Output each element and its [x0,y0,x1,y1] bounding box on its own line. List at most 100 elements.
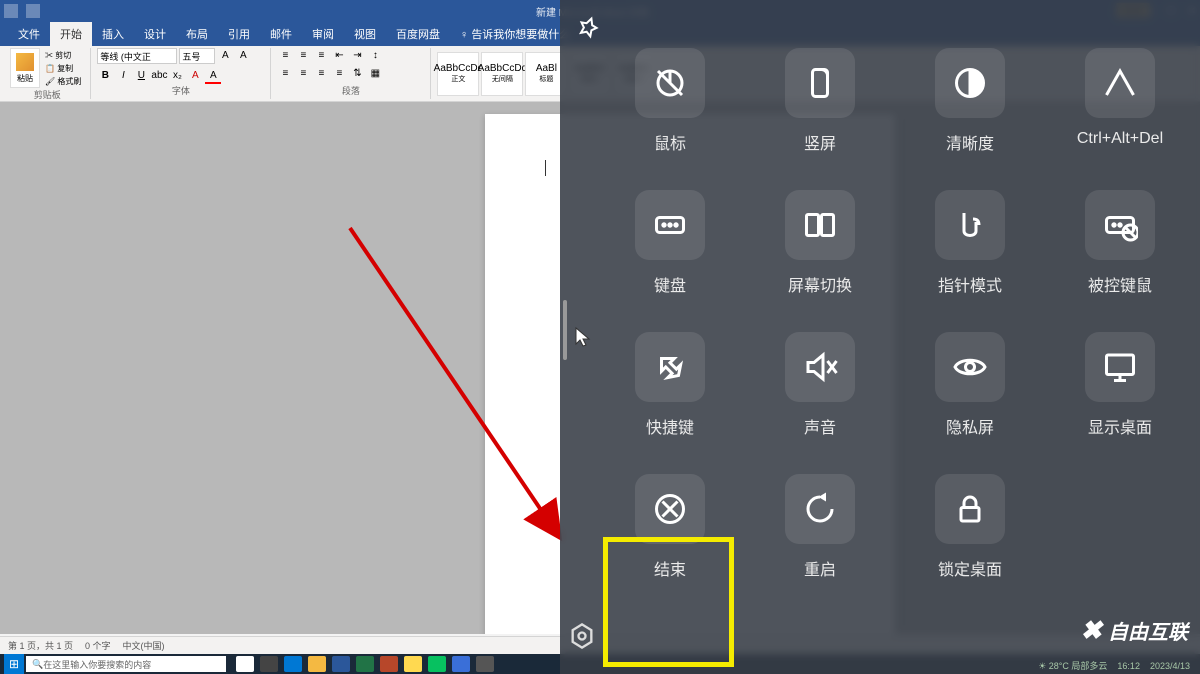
qat-save-icon[interactable] [4,4,18,18]
style-item[interactable]: AaBbCcDd无间隔 [481,52,523,96]
indent-dec-button[interactable]: ⇤ [331,48,347,64]
style-item[interactable]: AaBbCcDd正文 [437,52,479,96]
explorer-icon[interactable] [308,656,326,672]
tray-time[interactable]: 16:12 [1117,661,1140,671]
start-button[interactable]: ⊞ [4,654,24,674]
bullets-button[interactable]: ≡ [277,48,293,64]
tab-mailings[interactable]: 邮件 [260,22,302,46]
language[interactable]: 中文(中国) [123,639,165,652]
clarity-label: 清晰度 [946,130,994,154]
cad-button[interactable] [1085,48,1155,118]
font-size-select[interactable] [179,48,215,64]
control-pointer-mode: 指针模式 [910,190,1030,296]
taskview-icon[interactable] [260,656,278,672]
paste-button[interactable]: 粘贴 [10,48,40,88]
page-count[interactable]: 第 1 页，共 1 页 [8,639,73,652]
wechat-icon[interactable] [428,656,446,672]
shortcut-icon [652,349,688,385]
control-remote-km: 被控键鼠 [1060,190,1180,296]
note-icon[interactable] [404,656,422,672]
app2-icon[interactable] [476,656,494,672]
format-painter-button[interactable]: 🖌 格式刷 [42,75,84,88]
grow-font-button[interactable]: A [217,48,233,64]
tray-date[interactable]: 2023/4/13 [1150,661,1190,671]
settings-icon[interactable] [568,622,596,650]
portrait-button[interactable] [785,48,855,118]
tab-home[interactable]: 开始 [50,22,92,46]
tab-layout[interactable]: 布局 [176,22,218,46]
show-desktop-button[interactable] [1085,332,1155,402]
end-icon [652,491,688,527]
font-group: A A B I U abc x₂ A A 字体 [91,48,271,99]
screen-switch-button[interactable] [785,190,855,260]
tab-file[interactable]: 文件 [8,22,50,46]
justify-button[interactable]: ≡ [331,66,347,82]
excel-icon[interactable] [356,656,374,672]
cut-button[interactable]: ✂ 剪切 [42,49,84,62]
subscript-button[interactable]: x₂ [169,68,185,84]
taskbar-search[interactable]: 🔍 在这里输入你要搜索的内容 [26,656,226,672]
pin-icon[interactable] [576,16,600,40]
font-color-button[interactable]: A [205,68,221,84]
indent-inc-button[interactable]: ⇥ [349,48,365,64]
remote-control-panel: 鼠标竖屏清晰度Ctrl+Alt+Del键盘屏幕切换指针模式被控键鼠快捷键声音隐私… [560,0,1200,674]
privacy-label: 隐私屏 [946,414,994,438]
sort-button[interactable]: ↕ [367,48,383,64]
word-count[interactable]: 0 个字 [85,639,111,652]
text-cursor [545,160,546,176]
edge-icon[interactable] [284,656,302,672]
qat-undo-icon[interactable] [26,4,40,18]
weather-widget[interactable]: ☀ 28°C 局部多云 [1038,659,1107,672]
sound-button[interactable] [785,332,855,402]
underline-button[interactable]: U [133,68,149,84]
tab-baidu[interactable]: 百度网盘 [386,22,450,46]
tab-view[interactable]: 视图 [344,22,386,46]
privacy-icon [952,349,988,385]
shortcut-button[interactable] [635,332,705,402]
qat [4,4,40,18]
control-grid: 鼠标竖屏清晰度Ctrl+Alt+Del键盘屏幕切换指针模式被控键鼠快捷键声音隐私… [610,48,1180,580]
remote-km-button[interactable] [1085,190,1155,260]
pointer-mode-label: 指针模式 [938,272,1002,296]
control-privacy: 隐私屏 [910,332,1030,438]
tab-review[interactable]: 审阅 [302,22,344,46]
copy-button[interactable]: 📋 复制 [42,62,84,75]
restart-button[interactable] [785,474,855,544]
numbering-button[interactable]: ≡ [295,48,311,64]
lock-icon [952,491,988,527]
paragraph-label: 段落 [277,84,424,99]
mouse-icon [652,65,688,101]
clarity-button[interactable] [935,48,1005,118]
privacy-button[interactable] [935,332,1005,402]
end-button[interactable] [635,474,705,544]
align-left-button[interactable]: ≡ [277,66,293,82]
highlight-button[interactable]: A [187,68,203,84]
word-icon[interactable] [332,656,350,672]
multilevel-button[interactable]: ≡ [313,48,329,64]
lock-button[interactable] [935,474,1005,544]
shrink-font-button[interactable]: A [235,48,251,64]
cortana-icon[interactable] [236,656,254,672]
lock-label: 锁定桌面 [938,556,1002,580]
tab-insert[interactable]: 插入 [92,22,134,46]
align-right-button[interactable]: ≡ [313,66,329,82]
font-name-select[interactable] [97,48,177,64]
system-tray: ☀ 28°C 局部多云 16:12 2023/4/13 [1038,659,1190,672]
italic-button[interactable]: I [115,68,131,84]
line-spacing-button[interactable]: ⇅ [349,66,365,82]
mouse-button[interactable] [635,48,705,118]
strike-button[interactable]: abc [151,68,167,84]
keyboard-button[interactable] [635,190,705,260]
bold-button[interactable]: B [97,68,113,84]
side-scroll-indicator[interactable] [563,300,567,360]
ppt-icon[interactable] [380,656,398,672]
taskbar-icons [236,656,494,672]
sound-icon [802,349,838,385]
app-icon[interactable] [452,656,470,672]
tab-design[interactable]: 设计 [134,22,176,46]
tab-references[interactable]: 引用 [218,22,260,46]
pointer-mode-icon [952,207,988,243]
pointer-mode-button[interactable] [935,190,1005,260]
shading-button[interactable]: ▦ [367,66,383,82]
align-center-button[interactable]: ≡ [295,66,311,82]
